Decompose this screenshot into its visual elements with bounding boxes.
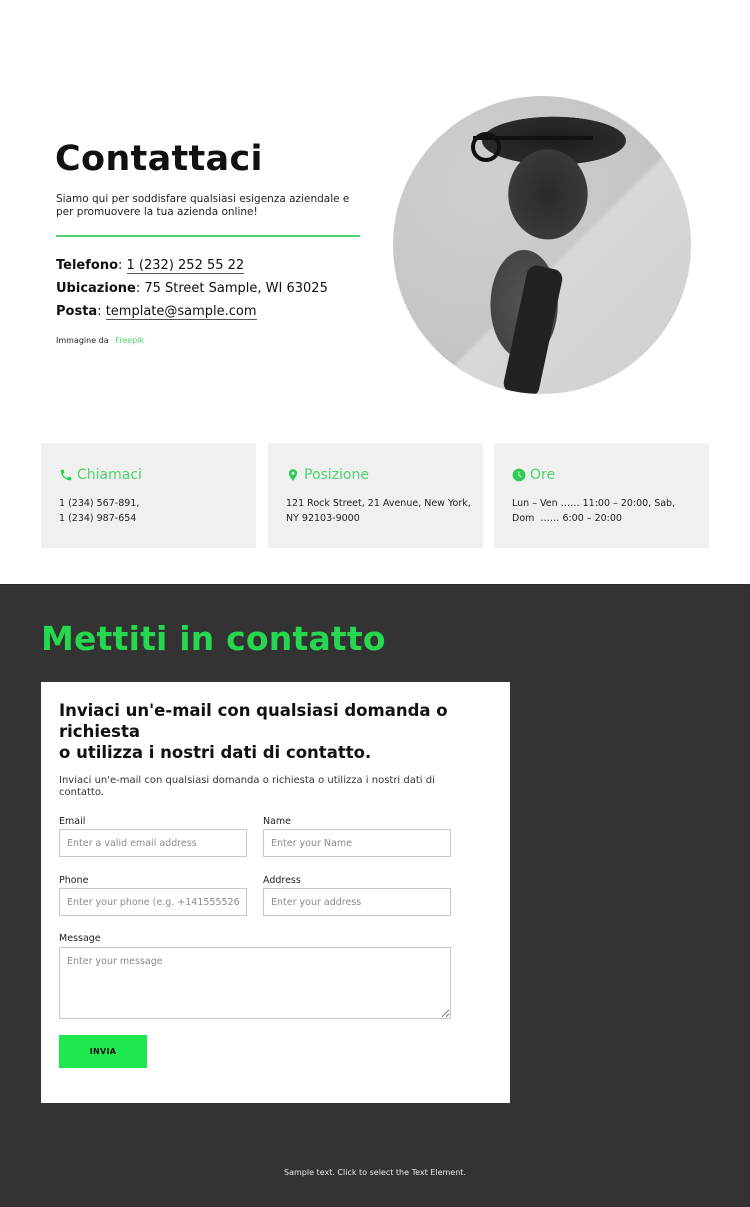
card-hours: Ore Lun – Ven …… 11:00 – 20:00, Sab, Dom… — [494, 443, 709, 548]
message-label: Message — [59, 933, 101, 944]
credit-prefix: Immagine da — [56, 336, 109, 345]
card-location-text: 121 Rock Street, 21 Avenue, New York, NY… — [286, 496, 476, 526]
portrait-lens — [471, 132, 501, 162]
image-credit: Immagine da Freepik — [56, 336, 144, 345]
card-hours-text: Lun – Ven …… 11:00 – 20:00, Sab, Dom …… … — [512, 496, 702, 526]
message-field[interactable] — [59, 947, 451, 1019]
accent-divider — [56, 235, 360, 237]
freepik-link[interactable]: Freepik — [115, 336, 144, 345]
card-call-title: Chiamaci — [59, 467, 142, 483]
email-label: Email — [59, 816, 86, 827]
page-title: Contattaci — [55, 139, 263, 179]
clock-icon — [512, 468, 526, 482]
mail-label: Posta — [56, 304, 98, 319]
form-heading-line: Inviaci un'e-mail con qualsiasi domanda … — [59, 701, 448, 741]
card-location: Posizione 121 Rock Street, 21 Avenue, Ne… — [268, 443, 483, 548]
name-label: Name — [263, 816, 292, 827]
card-line: NY 92103-9000 — [286, 513, 360, 524]
phone-field[interactable] — [59, 888, 247, 916]
address-field[interactable] — [263, 888, 451, 916]
map-pin-icon — [288, 469, 298, 481]
card-line: 1 (234) 567-891, — [59, 498, 140, 509]
address-label: Address — [263, 875, 301, 886]
phone-info: Telefono: 1 (232) 252 55 22 — [56, 258, 245, 274]
email-link[interactable]: template@sample.com — [105, 304, 257, 320]
card-title-text: Ore — [530, 467, 556, 483]
contact-form: Inviaci un'e-mail con qualsiasi domanda … — [41, 682, 510, 1103]
submit-button[interactable]: INVIA — [59, 1035, 147, 1068]
portrait-image — [393, 96, 691, 394]
card-line: 121 Rock Street, 21 Avenue, New York, — [286, 498, 471, 509]
card-call-text: 1 (234) 567-891, 1 (234) 987-654 — [59, 496, 249, 526]
footer-text[interactable]: Sample text. Click to select the Text El… — [0, 1168, 750, 1177]
location-value: 75 Street Sample, WI 63025 — [144, 281, 328, 296]
hero-section: Contattaci Siamo qui per soddisfare qual… — [0, 0, 750, 584]
card-line: Lun – Ven …… 11:00 – 20:00, Sab, — [512, 498, 676, 509]
form-heading-line: o utilizza i nostri dati di contatto. — [59, 743, 372, 762]
card-hours-title: Ore — [512, 467, 555, 483]
card-line: Dom …… 6:00 – 20:00 — [512, 513, 622, 524]
location-label: Ubicazione — [56, 281, 136, 296]
info-cards: Chiamaci 1 (234) 567-891, 1 (234) 987-65… — [41, 443, 709, 548]
location-info: Ubicazione: 75 Street Sample, WI 63025 — [56, 281, 328, 296]
name-field[interactable] — [263, 829, 451, 857]
contact-section: Mettiti in contatto Inviaci un'e-mail co… — [0, 584, 750, 1207]
hero-description: Siamo qui per soddisfare qualsiasi esige… — [56, 193, 350, 218]
form-subtext: Inviaci un'e-mail con qualsiasi domanda … — [59, 775, 435, 798]
card-line: 1 (234) 987-654 — [59, 513, 137, 524]
phone-icon — [60, 469, 72, 481]
phone-label: Telefono — [56, 258, 119, 273]
phone-label: Phone — [59, 875, 89, 886]
card-location-title: Posizione — [286, 467, 369, 483]
card-title-text: Posizione — [304, 467, 369, 483]
portrait-tie — [501, 263, 565, 394]
phone-link[interactable]: 1 (232) 252 55 22 — [126, 258, 245, 274]
mail-info: Posta: template@sample.com — [56, 304, 257, 320]
email-field[interactable] — [59, 829, 247, 857]
card-call: Chiamaci 1 (234) 567-891, 1 (234) 987-65… — [41, 443, 256, 548]
card-title-text: Chiamaci — [77, 467, 142, 483]
form-heading: Inviaci un'e-mail con qualsiasi domanda … — [59, 700, 479, 763]
contact-title: Mettiti in contatto — [41, 619, 386, 658]
